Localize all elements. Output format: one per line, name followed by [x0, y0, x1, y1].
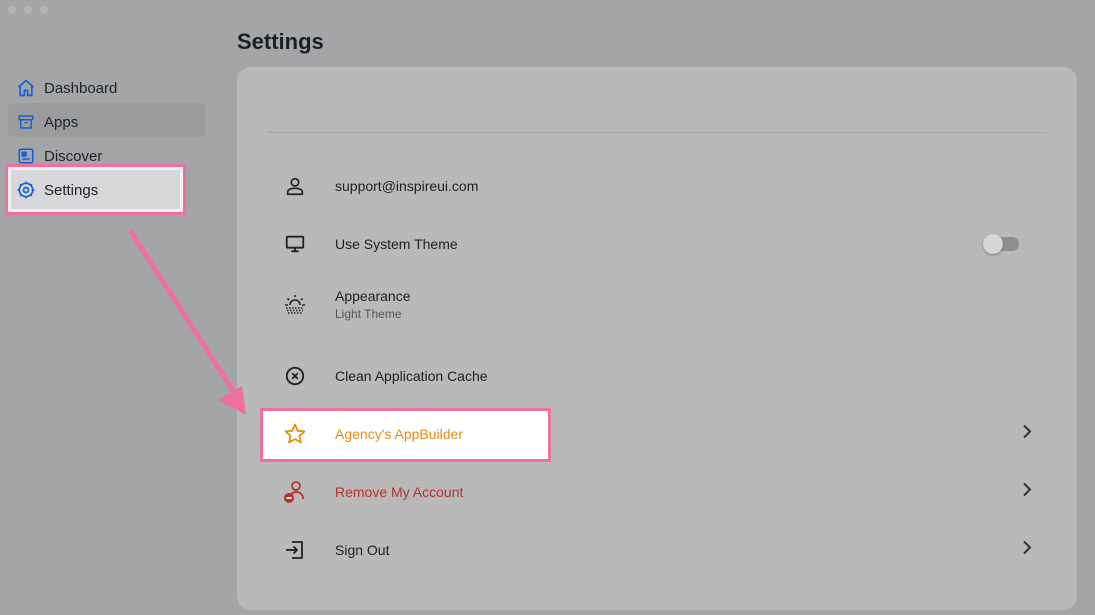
sun-haze-icon	[267, 292, 323, 316]
settings-row-label: Remove My Account	[335, 484, 464, 500]
minimize-window-dot[interactable]	[24, 6, 32, 14]
settings-row-sublabel: Light Theme	[335, 306, 402, 321]
settings-row-label: Agency's AppBuilder	[335, 426, 463, 442]
window-controls	[8, 6, 48, 14]
settings-row-label: Sign Out	[335, 542, 390, 558]
chevron-right-icon	[1021, 482, 1033, 502]
chevron-right-icon	[1021, 424, 1033, 444]
sidebar-item-label: Settings	[44, 181, 99, 199]
archive-box-icon	[16, 112, 36, 132]
settings-row-text: Appearance Light Theme	[335, 288, 411, 321]
settings-row-account[interactable]: support@inspireui.com	[267, 161, 1047, 211]
sidebar-item-label: Apps	[44, 113, 79, 131]
monitor-icon	[267, 233, 323, 255]
page-title: Settings	[237, 29, 324, 54]
sidebar-item-settings[interactable]: Settings	[16, 173, 196, 207]
chevron-right-icon	[1021, 540, 1033, 560]
settings-row-appearance[interactable]: Appearance Light Theme	[267, 279, 1047, 329]
zoom-window-dot[interactable]	[40, 6, 48, 14]
user-icon	[267, 175, 323, 197]
toggle-knob	[983, 234, 1003, 254]
gear-icon	[16, 180, 36, 200]
sidebar-item-apps[interactable]: Apps	[16, 105, 196, 139]
circle-x-icon	[267, 365, 323, 387]
newspaper-icon	[16, 146, 36, 166]
settings-row-sign-out[interactable]: Sign Out	[267, 525, 1047, 575]
remove-user-icon	[267, 479, 323, 505]
sidebar-item-label: Discover	[44, 147, 103, 165]
star-icon	[267, 422, 323, 446]
sidebar-item-label: Dashboard	[44, 79, 118, 97]
settings-row-clean-cache[interactable]: Clean Application Cache	[267, 351, 1047, 401]
settings-row-label: support@inspireui.com	[335, 178, 479, 194]
settings-row-label: Use System Theme	[335, 236, 458, 252]
settings-row-system-theme[interactable]: Use System Theme	[267, 219, 1047, 269]
home-icon	[16, 78, 36, 98]
close-window-dot[interactable]	[8, 6, 16, 14]
settings-row-label: Clean Application Cache	[335, 368, 488, 384]
sidebar-item-dashboard[interactable]: Dashboard	[16, 71, 196, 105]
settings-row-remove-account[interactable]: Remove My Account	[267, 467, 1047, 517]
settings-row-label: Appearance	[335, 287, 411, 304]
system-theme-toggle[interactable]	[983, 234, 1019, 254]
divider	[267, 132, 1047, 133]
sign-out-icon	[267, 538, 323, 562]
sidebar-item-discover[interactable]: Discover	[16, 139, 196, 173]
settings-row-agency-appbuilder[interactable]: Agency's AppBuilder	[267, 409, 1047, 459]
